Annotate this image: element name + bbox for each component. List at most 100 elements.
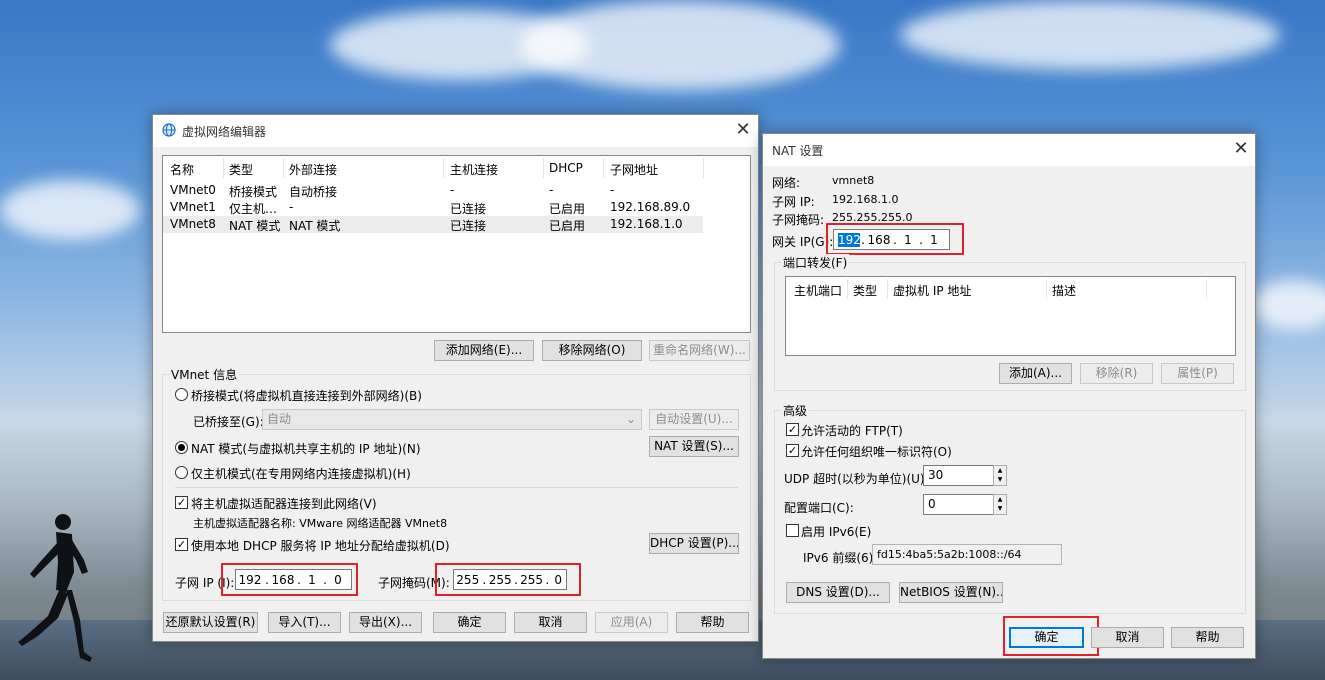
port-forwarding-group: 端口转发(F) 主机端口 类型 虚拟机 IP 地址 描述 添加(A)... 移除… [774, 254, 1246, 391]
row-host: 已连接 [450, 202, 487, 216]
vmnet-info-label: VMnet 信息 [169, 366, 240, 383]
row-type: 仅主机… [229, 202, 278, 216]
highlight-box [435, 563, 581, 596]
row-type: 桥接模式 [229, 185, 278, 199]
row-external: 自动桥接 [289, 185, 338, 199]
use-dhcp-checkbox[interactable]: ✓ [175, 538, 188, 551]
runner-silhouette [18, 514, 92, 662]
allow-oui-label: 允许任何组织唯一标识符(O) [801, 445, 952, 459]
window-title: NAT 设置 [772, 144, 824, 158]
row-name: VMnet1 [170, 200, 216, 214]
subnet-mask-label: 子网掩码: [772, 213, 825, 227]
row-external: - [289, 200, 294, 214]
host-only-radio[interactable] [175, 466, 188, 479]
bridged-to-label: 已桥接至(G): [193, 415, 264, 429]
column-header-subnet[interactable]: 子网地址 [610, 161, 658, 178]
config-port-spinner[interactable]: ▲ ▼ [993, 494, 1007, 515]
row-type: NAT 模式 [229, 219, 281, 233]
row-dhcp: 已启用 [549, 202, 586, 216]
column-header-host-port[interactable]: 主机端口 [794, 282, 842, 299]
row-external: NAT 模式 [289, 219, 341, 233]
gateway-label: 网关 IP(G): [772, 235, 834, 249]
allow-ftp-checkbox[interactable]: ✓ [786, 423, 799, 436]
column-header-type[interactable]: 类型 [229, 161, 253, 178]
row-dhcp: 已启用 [549, 219, 586, 233]
nat-mode-label: NAT 模式(与虚拟机共享主机的 IP 地址)(N) [191, 442, 421, 456]
add-network-button[interactable]: 添加网络(E)... [434, 340, 534, 361]
bridged-mode-label: 桥接模式(将虚拟机直接连接到外部网络)(B) [191, 389, 422, 403]
connect-adapter-checkbox[interactable]: ✓ [175, 496, 188, 509]
row-name: VMnet0 [170, 183, 216, 197]
cancel-button[interactable]: 取消 [514, 612, 587, 633]
allow-oui-checkbox[interactable]: ✓ [786, 444, 799, 457]
dns-settings-button[interactable]: DNS 设置(D)... [786, 582, 890, 603]
column-header-vm-ip[interactable]: 虚拟机 IP 地址 [893, 282, 971, 299]
vmnet-info-group: VMnet 信息 桥接模式(将虚拟机直接连接到外部网络)(B) 已桥接至(G):… [162, 366, 751, 601]
remove-button[interactable]: 移除(R) [1080, 363, 1153, 384]
restore-defaults-button[interactable]: 还原默认设置(R) [163, 612, 258, 633]
row-host: - [450, 183, 455, 197]
column-header-name[interactable]: 名称 [170, 161, 194, 178]
config-port-label: 配置端口(C): [784, 501, 854, 515]
subnet-ip-value: 192.168.1.0 [832, 193, 899, 206]
column-header-description[interactable]: 描述 [1052, 282, 1076, 299]
highlight-box [1003, 616, 1099, 656]
port-forwarding-list[interactable]: 主机端口 类型 虚拟机 IP 地址 描述 [785, 276, 1236, 356]
virtual-network-editor-window: 虚拟网络编辑器 ✕ 名称 类型 外部连接 主机连接 DHCP 子网地址 VMne… [152, 114, 759, 642]
apply-button[interactable]: 应用(A) [595, 612, 668, 633]
highlight-box [221, 563, 358, 596]
udp-timeout-spinner[interactable]: ▲ ▼ [993, 465, 1007, 486]
import-button[interactable]: 导入(T)... [268, 612, 341, 633]
row-name: VMnet8 [170, 217, 216, 231]
enable-ipv6-label: 启用 IPv6(E) [801, 525, 872, 539]
advanced-label: 高级 [781, 402, 810, 419]
title-bar: 虚拟网络编辑器 ✕ [153, 115, 758, 147]
rename-network-button[interactable]: 重命名网络(W)... [649, 340, 750, 361]
bridged-to-select[interactable]: 自动 ⌄ [262, 409, 642, 430]
export-button[interactable]: 导出(X)... [349, 612, 422, 633]
remove-network-button[interactable]: 移除网络(O) [542, 340, 642, 361]
divider [175, 487, 738, 488]
window-title: 虚拟网络编辑器 [182, 125, 267, 139]
auto-settings-button[interactable]: 自动设置(U)... [649, 409, 739, 430]
use-dhcp-label: 使用本地 DHCP 服务将 IP 地址分配给虚拟机(D) [191, 539, 450, 553]
column-header-host[interactable]: 主机连接 [450, 161, 498, 178]
dhcp-settings-button[interactable]: DHCP 设置(P)... [649, 533, 739, 554]
row-dhcp: - [549, 183, 554, 197]
ok-button[interactable]: 确定 [433, 612, 506, 633]
netbios-settings-button[interactable]: NetBIOS 设置(N)... [899, 582, 1003, 603]
enable-ipv6-checkbox[interactable] [786, 524, 799, 537]
globe-icon [162, 123, 176, 137]
close-icon[interactable]: ✕ [731, 119, 755, 143]
nat-mode-radio[interactable] [175, 441, 188, 454]
row-subnet: 192.168.1.0 [610, 217, 683, 231]
chevron-down-icon: ⌄ [625, 412, 636, 426]
udp-timeout-label: UDP 超时(以秒为单位)(U): [784, 472, 929, 486]
help-button[interactable]: 帮助 [676, 612, 749, 633]
column-header-dhcp[interactable]: DHCP [549, 161, 583, 175]
table-row[interactable]: VMnet1 仅主机… - 已连接 已启用 192.168.89.0 [163, 199, 703, 216]
row-subnet: 192.168.89.0 [610, 200, 691, 214]
connect-adapter-label: 将主机虚拟适配器连接到此网络(V) [191, 497, 377, 511]
help-button[interactable]: 帮助 [1171, 627, 1244, 648]
port-forwarding-label: 端口转发(F) [781, 254, 850, 271]
ipv6-prefix-input[interactable]: fd15:4ba5:5a2b:1008::/64 [872, 544, 1062, 565]
nat-settings-button[interactable]: NAT 设置(S)... [649, 436, 739, 457]
column-header-external[interactable]: 外部连接 [289, 161, 337, 178]
column-header-type[interactable]: 类型 [853, 282, 877, 299]
bridged-mode-radio[interactable] [175, 388, 188, 401]
config-port-input[interactable]: 0 [923, 494, 995, 515]
udp-timeout-input[interactable]: 30 [923, 465, 995, 486]
table-row[interactable]: VMnet0 桥接模式 自动桥接 - - - [163, 182, 703, 199]
host-only-label: 仅主机模式(在专用网络内连接虚拟机)(H) [191, 467, 411, 481]
table-row-selected[interactable]: VMnet8 NAT 模式 NAT 模式 已连接 已启用 192.168.1.0 [163, 216, 703, 233]
allow-ftp-label: 允许活动的 FTP(T) [801, 424, 903, 438]
network-list[interactable]: 名称 类型 外部连接 主机连接 DHCP 子网地址 VMnet0 桥接模式 自动… [162, 155, 751, 333]
cancel-button[interactable]: 取消 [1091, 627, 1164, 648]
network-value: vmnet8 [832, 174, 875, 187]
add-button[interactable]: 添加(A)... [999, 363, 1072, 384]
close-icon[interactable]: ✕ [1229, 138, 1253, 162]
row-subnet: - [610, 183, 615, 197]
subnet-ip-label: 子网 IP: [772, 195, 815, 209]
properties-button[interactable]: 属性(P) [1161, 363, 1234, 384]
